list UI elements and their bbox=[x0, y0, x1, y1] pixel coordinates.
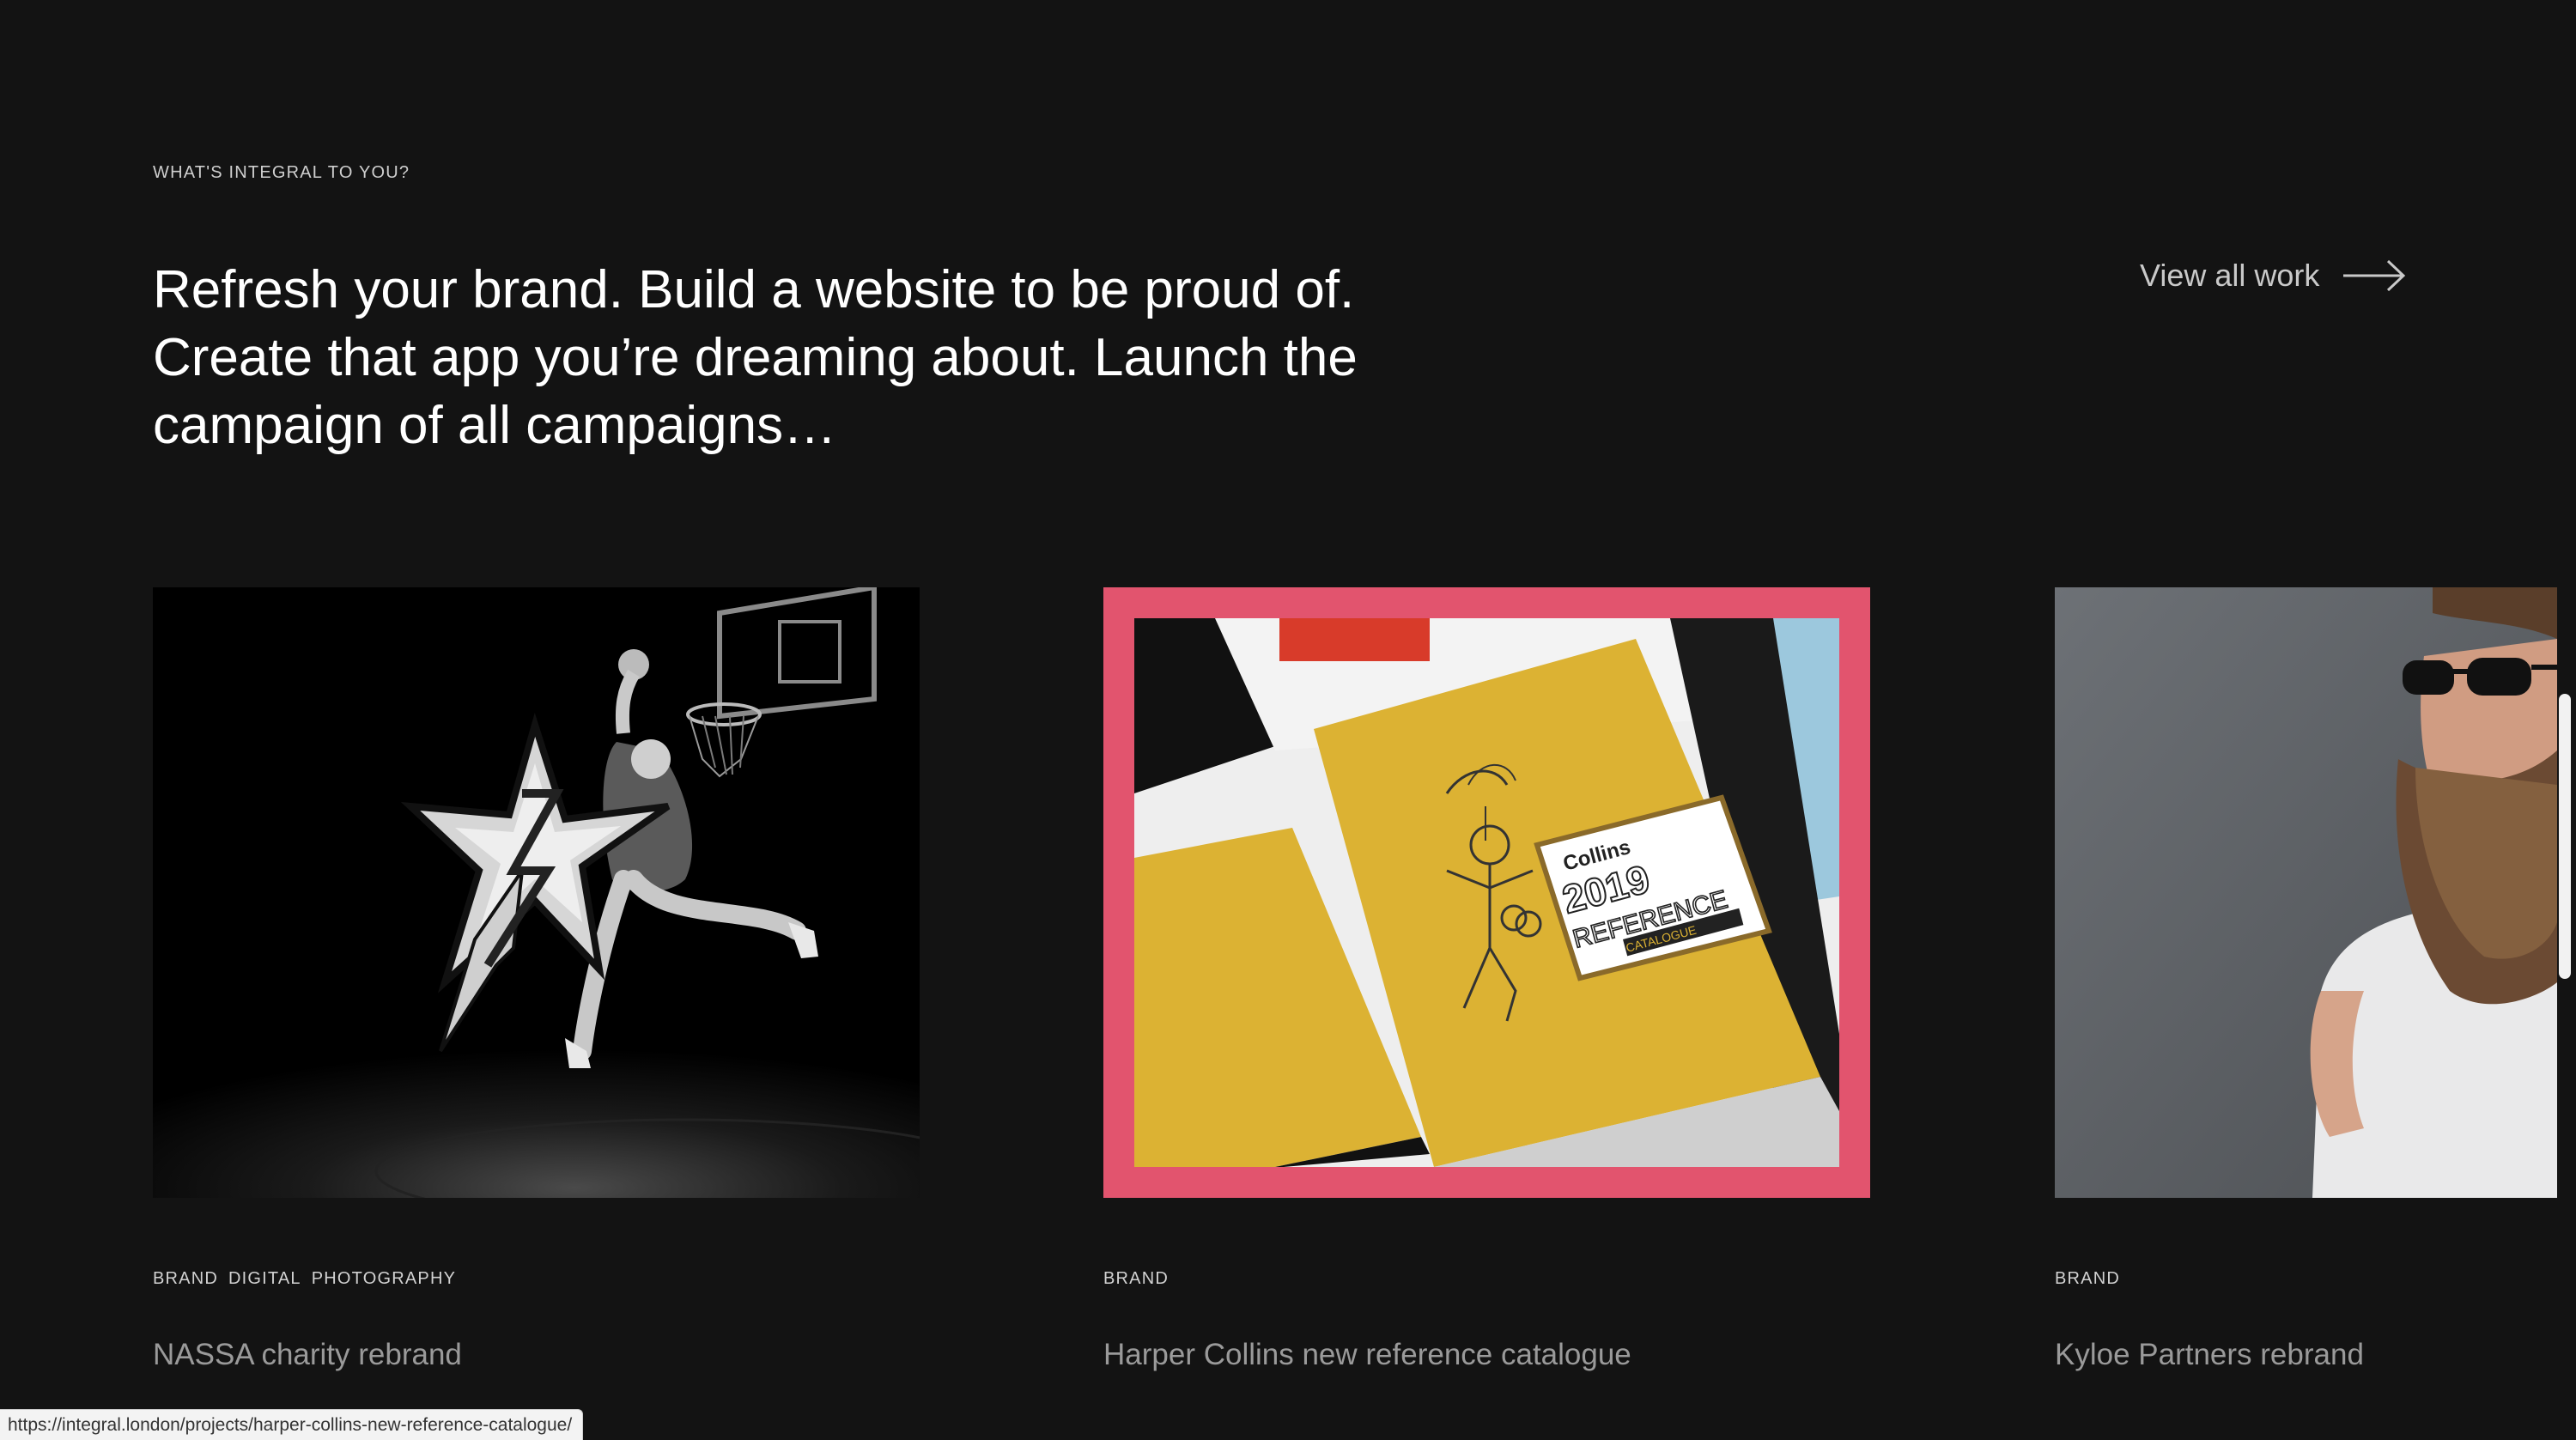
browser-status-bar: https://integral.london/projects/harper-… bbox=[0, 1409, 584, 1440]
view-all-work-link[interactable]: View all work bbox=[2140, 258, 2407, 294]
harper-collins-photo: Collins 2019 REFERENCE CATALOGUE bbox=[1103, 587, 1870, 1198]
project-image-kyloe[interactable] bbox=[2055, 587, 2557, 1198]
project-title-kyloe[interactable]: Kyloe Partners rebrand bbox=[2055, 1338, 2364, 1372]
project-tags-harper-collins: BRAND bbox=[1103, 1269, 1179, 1289]
project-tags-nassa: BRAND DIGITAL PHOTOGRAPHY bbox=[153, 1269, 466, 1289]
project-tags-kyloe: BRAND bbox=[2055, 1269, 2130, 1289]
project-tag: BRAND bbox=[2055, 1269, 2121, 1288]
kyloe-photo bbox=[2055, 587, 2557, 1198]
project-tag: BRAND bbox=[1103, 1269, 1170, 1288]
project-tag: DIGITAL bbox=[228, 1269, 301, 1288]
project-tag: PHOTOGRAPHY bbox=[311, 1269, 457, 1288]
section-headline: Refresh your brand. Build a website to b… bbox=[153, 260, 1358, 455]
arrow-right-icon bbox=[2343, 259, 2406, 292]
nassa-photo bbox=[153, 587, 920, 1198]
section-eyebrow: WHAT'S INTEGRAL TO YOU? bbox=[153, 163, 410, 182]
page: WHAT'S INTEGRAL TO YOU? Refresh your bra… bbox=[0, 0, 2576, 1440]
carousel-scrollbar[interactable] bbox=[2559, 694, 2571, 979]
project-image-harper-collins[interactable]: Collins 2019 REFERENCE CATALOGUE bbox=[1103, 587, 1870, 1198]
project-title-harper-collins[interactable]: Harper Collins new reference catalogue bbox=[1103, 1338, 1631, 1372]
view-all-work-label: View all work bbox=[2140, 258, 2320, 293]
project-title-nassa[interactable]: NASSA charity rebrand bbox=[153, 1338, 462, 1372]
project-image-nassa[interactable] bbox=[153, 587, 920, 1198]
project-tag: BRAND bbox=[153, 1269, 219, 1288]
